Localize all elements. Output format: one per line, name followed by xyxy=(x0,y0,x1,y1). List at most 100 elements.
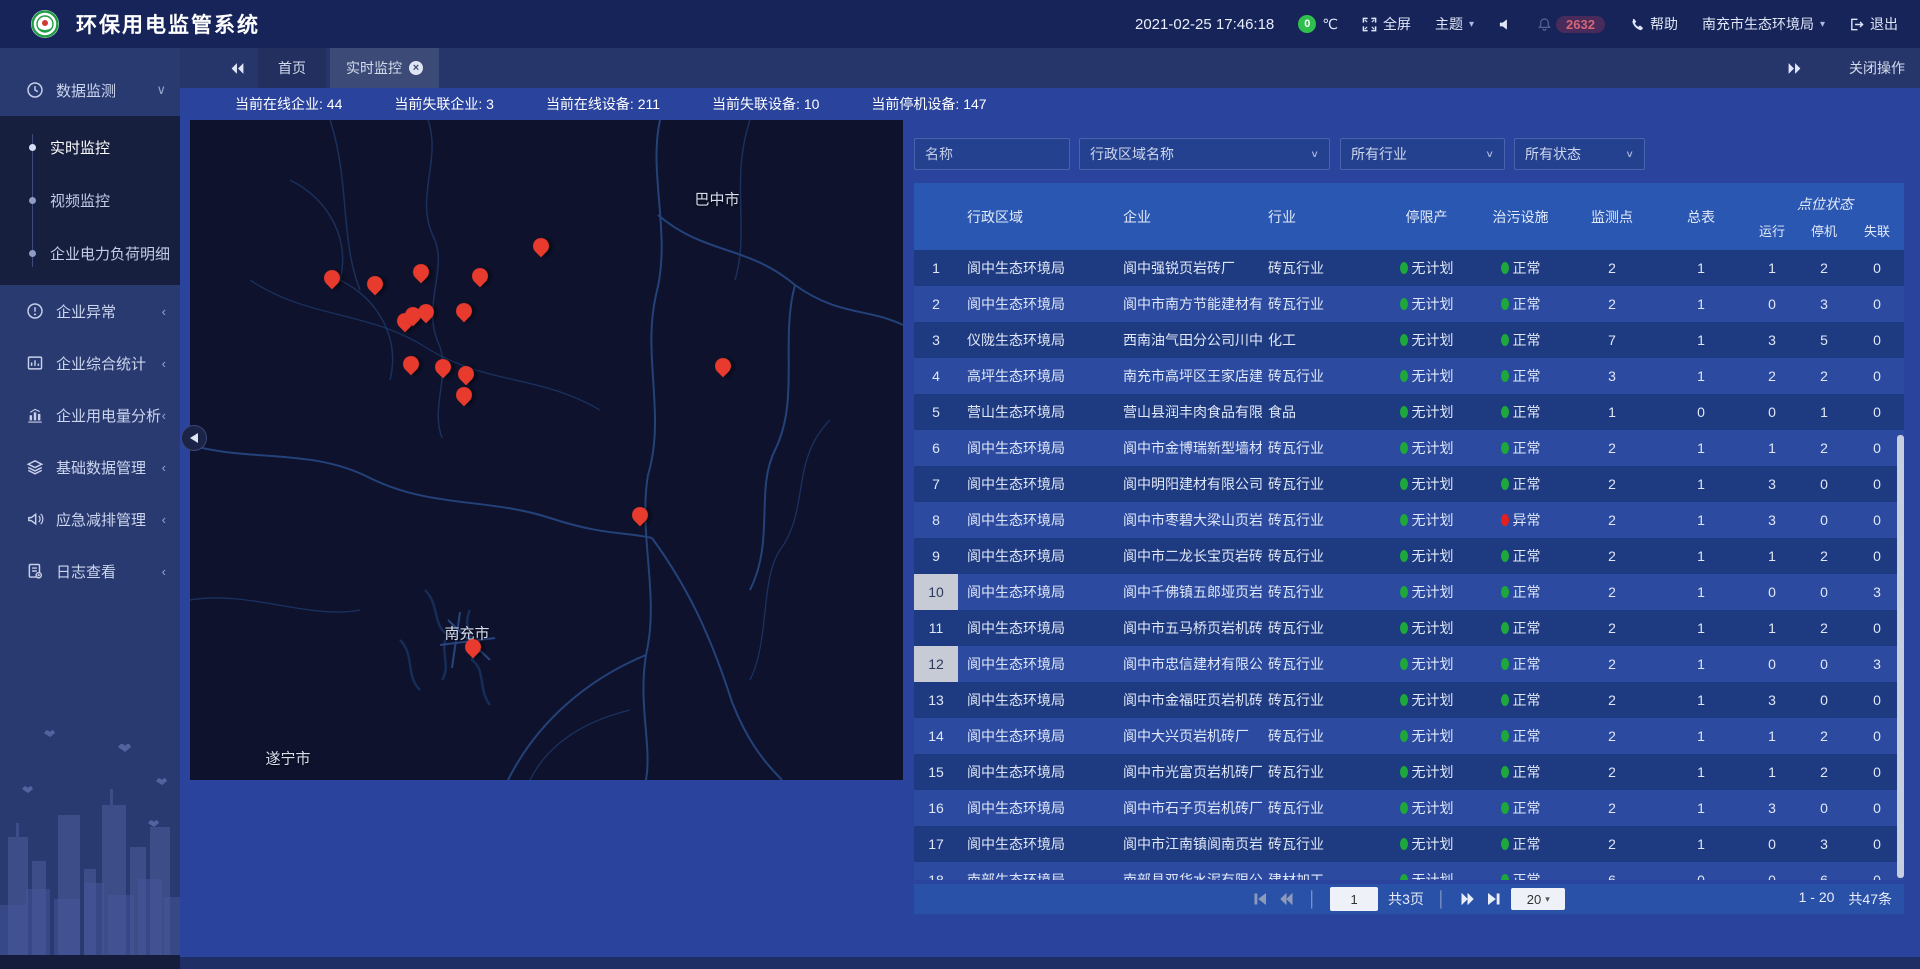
cell-region: 阆中生态环境局 xyxy=(958,654,1114,674)
sidebar-item-enterprise-statistics[interactable]: 企业综合统计‹ xyxy=(0,337,180,389)
cell-industry: 砖瓦行业 xyxy=(1262,582,1380,602)
stat-value: 3 xyxy=(486,96,494,112)
cell-industry: 砖瓦行业 xyxy=(1262,726,1380,746)
temperature-value: 0 xyxy=(1298,15,1316,33)
table-row[interactable]: 10阆中生态环境局阆中千佛镇五郎垭页岩砖瓦行业无计划正常21003 xyxy=(914,574,1904,610)
sound-toggle-button[interactable] xyxy=(1498,17,1513,32)
sidebar-subitem-label: 视频监控 xyxy=(50,190,110,211)
table-row[interactable]: 8阆中生态环境局阆中市枣碧大梁山页岩砖瓦行业无计划异常21300 xyxy=(914,502,1904,538)
facility-text: 正常 xyxy=(1513,330,1541,350)
cell-region: 阆中生态环境局 xyxy=(958,582,1114,602)
page-size-select[interactable]: 20▾ xyxy=(1511,888,1565,910)
row-number: 10 xyxy=(914,574,958,610)
cell-industry: 砖瓦行业 xyxy=(1262,546,1380,566)
table-row[interactable]: 1阆中生态环境局阆中强锐页岩砖厂砖瓦行业无计划正常21120 xyxy=(914,250,1904,286)
cell-lost-count: 0 xyxy=(1850,332,1904,348)
close-tab-icon[interactable]: × xyxy=(409,61,423,75)
limit-text: 无计划 xyxy=(1412,510,1454,530)
status-dot-icon xyxy=(1501,262,1509,274)
table-row[interactable]: 14阆中生态环境局阆中大兴页岩机砖厂砖瓦行业无计划正常21120 xyxy=(914,718,1904,754)
table-row[interactable]: 13阆中生态环境局阆中市金福旺页岩机砖砖瓦行业无计划正常21300 xyxy=(914,682,1904,718)
map-city-label: 巴中市 xyxy=(694,189,739,210)
cell-limit-status: 无计划 xyxy=(1380,330,1473,350)
sidebar-item-base-data[interactable]: 基础数据管理‹ xyxy=(0,441,180,493)
cell-region: 阆中生态环境局 xyxy=(958,258,1114,278)
sidebar-subitem-power-load-detail[interactable]: 企业电力负荷明细 xyxy=(0,227,180,280)
chart-icon xyxy=(26,406,44,424)
industry-select[interactable]: 所有行业∨ xyxy=(1340,138,1505,170)
cell-company: 阆中市忠信建材有限公 xyxy=(1114,654,1262,674)
cell-lost-count: 0 xyxy=(1850,836,1904,852)
cell-industry: 砖瓦行业 xyxy=(1262,510,1380,530)
sidebar-item-log-view[interactable]: 日志查看‹ xyxy=(0,545,180,597)
table-row[interactable]: 15阆中生态环境局阆中市光富页岩机砖厂砖瓦行业无计划正常21120 xyxy=(914,754,1904,790)
cell-region: 阆中生态环境局 xyxy=(958,510,1114,530)
theme-dropdown[interactable]: 主题▾ xyxy=(1435,14,1474,34)
status-dot-icon xyxy=(1501,658,1509,670)
sidebar-item-data-monitoring[interactable]: 数据监测∨ xyxy=(0,64,180,116)
cell-total-meter: 1 xyxy=(1656,620,1746,636)
status-select[interactable]: 所有状态∨ xyxy=(1514,138,1645,170)
scrollbar-thumb[interactable] xyxy=(1897,435,1904,878)
cell-total-meter: 1 xyxy=(1656,692,1746,708)
status-dot-icon xyxy=(1400,550,1408,562)
cell-limit-status: 无计划 xyxy=(1380,438,1473,458)
table-row[interactable]: 18南部生态环境局南部县双华水泥有限公建材加工无计划正常60060 xyxy=(914,862,1904,880)
map-collapse-button[interactable] xyxy=(181,425,207,451)
table-row[interactable]: 16阆中生态环境局阆中市石子页岩机砖厂砖瓦行业无计划正常21300 xyxy=(914,790,1904,826)
sidebar-item-power-analysis[interactable]: 企业用电量分析‹ xyxy=(0,389,180,441)
speaker-icon xyxy=(1498,17,1513,32)
layers-icon xyxy=(26,458,44,476)
cell-stop-count: 0 xyxy=(1798,692,1850,708)
close-operations-button[interactable]: 关闭操作 xyxy=(1849,58,1905,78)
cell-facility-status: 正常 xyxy=(1473,582,1568,602)
limit-text: 无计划 xyxy=(1412,582,1454,602)
region-select[interactable]: 行政区域名称∨ xyxy=(1079,138,1330,170)
logout-button[interactable]: 退出 xyxy=(1849,14,1898,34)
table-row[interactable]: 6阆中生态环境局阆中市金博瑞新型墙材砖瓦行业无计划正常21120 xyxy=(914,430,1904,466)
map[interactable]: 巴中市南充市遂宁市 xyxy=(190,120,903,780)
pagination-bar: │ 共3页 │ 20▾ 1 - 20 共47条 xyxy=(914,884,1904,914)
name-search-input[interactable] xyxy=(914,138,1070,170)
table-scrollbar[interactable] xyxy=(1897,250,1904,880)
tabs-scroll-right-icon[interactable] xyxy=(1779,62,1809,75)
first-page-button[interactable] xyxy=(1253,892,1269,906)
limit-text: 无计划 xyxy=(1412,366,1454,386)
status-dot-icon xyxy=(1400,442,1408,454)
tab-home[interactable]: 首页 xyxy=(258,48,326,88)
cell-total-meter: 1 xyxy=(1656,368,1746,384)
cell-limit-status: 无计划 xyxy=(1380,690,1473,710)
sidebar-subitem-video-monitoring[interactable]: 视频监控 xyxy=(0,174,180,227)
cell-stop-count: 0 xyxy=(1798,656,1850,672)
help-button[interactable]: 帮助 xyxy=(1629,14,1678,34)
facility-text: 正常 xyxy=(1513,762,1541,782)
fullscreen-button[interactable]: 全屏 xyxy=(1362,14,1411,34)
cell-limit-status: 无计划 xyxy=(1380,762,1473,782)
next-page-button[interactable] xyxy=(1459,892,1475,906)
prev-page-button[interactable] xyxy=(1279,892,1295,906)
table-row[interactable]: 7阆中生态环境局阆中明阳建材有限公司砖瓦行业无计划正常21300 xyxy=(914,466,1904,502)
table-row[interactable]: 4高坪生态环境局南充市高坪区王家店建砖瓦行业无计划正常31220 xyxy=(914,358,1904,394)
table-row[interactable]: 9阆中生态环境局阆中市二龙长宝页岩砖砖瓦行业无计划正常21120 xyxy=(914,538,1904,574)
tabs-scroll-left-icon[interactable] xyxy=(222,48,252,88)
last-page-button[interactable] xyxy=(1485,892,1501,906)
table-row[interactable]: 5营山生态环境局营山县润丰肉食品有限食品无计划正常10010 xyxy=(914,394,1904,430)
tab-realtime-monitoring[interactable]: 实时监控 × xyxy=(330,48,439,88)
bullet-icon xyxy=(29,250,36,257)
table-row[interactable]: 11阆中生态环境局阆中市五马桥页岩机砖砖瓦行业无计划正常21120 xyxy=(914,610,1904,646)
cell-monitor-count: 2 xyxy=(1568,296,1656,312)
page-number-input[interactable] xyxy=(1330,887,1378,911)
sidebar-subitem-realtime-monitoring[interactable]: 实时监控 xyxy=(0,121,180,174)
horn-icon xyxy=(26,510,44,528)
org-dropdown[interactable]: 南充市生态环境局▾ xyxy=(1702,14,1825,34)
notifications-button[interactable]: 2632 xyxy=(1537,16,1605,33)
table-row[interactable]: 2阆中生态环境局阆中市南方节能建材有砖瓦行业无计划正常21030 xyxy=(914,286,1904,322)
table-row[interactable]: 3仪陇生态环境局西南油气田分公司川中化工无计划正常71350 xyxy=(914,322,1904,358)
stat-item: 当前停机设备: 147 xyxy=(871,94,986,114)
facility-text: 正常 xyxy=(1513,618,1541,638)
sidebar-item-enterprise-abnormal[interactable]: 企业异常‹ xyxy=(0,285,180,337)
table-row[interactable]: 17阆中生态环境局阆中市江南镇阆南页岩砖瓦行业无计划正常21030 xyxy=(914,826,1904,862)
sidebar-item-emergency-reduction[interactable]: 应急减排管理‹ xyxy=(0,493,180,545)
table-row[interactable]: 12阆中生态环境局阆中市忠信建材有限公砖瓦行业无计划正常21003 xyxy=(914,646,1904,682)
map-city-label: 遂宁市 xyxy=(265,748,310,769)
